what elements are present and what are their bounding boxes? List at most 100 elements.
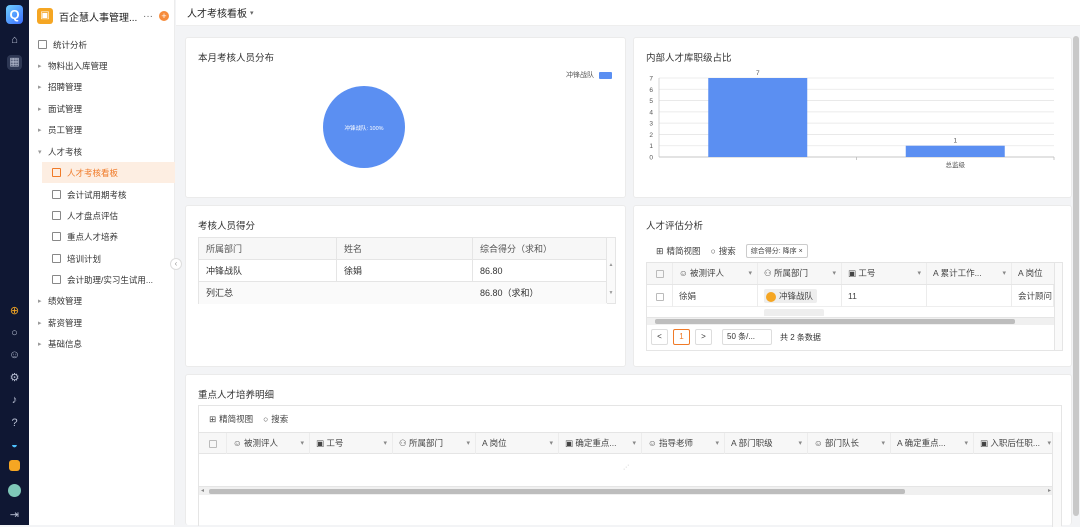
col-id[interactable]: ▣ 工号 ▾ — [842, 263, 927, 284]
sidebar-item[interactable]: ▸ 绩效管理 — [29, 290, 175, 311]
page-title[interactable]: 人才考核看板 — [187, 5, 247, 20]
add-icon[interactable]: ⊕ — [7, 304, 22, 319]
chevron-right-icon[interactable]: ▸ — [38, 340, 48, 348]
sidebar-item[interactable]: ▸ 员工管理 — [29, 119, 175, 140]
detail-column-header[interactable]: ▣ 入职后任职... ▾ — [974, 433, 1057, 454]
caret-icon[interactable]: ▾ — [917, 263, 921, 284]
bot-icon[interactable]: ◒ — [7, 438, 22, 453]
chevron-down-icon[interactable]: ▾ — [38, 148, 48, 156]
detail-column-header[interactable]: ☺ 部门队长 ▾ — [808, 433, 891, 454]
page-1-button[interactable]: 1 — [673, 329, 690, 345]
expand-icon[interactable]: ⇥ — [7, 508, 22, 523]
search-button[interactable]: ○ 搜索 — [263, 413, 288, 425]
detail-column-header[interactable]: A 确定重点... ▾ — [891, 433, 974, 454]
scroll-thumb[interactable] — [655, 319, 1015, 324]
apps-icon[interactable]: ▦ — [7, 55, 22, 70]
sidebar-item[interactable]: ▸ 物料出入库管理 — [29, 55, 175, 76]
caret-icon[interactable]: ▾ — [383, 433, 387, 454]
bell-icon[interactable]: ♪ — [7, 393, 22, 408]
caret-icon[interactable]: ▾ — [715, 433, 719, 454]
caret-icon[interactable]: ▾ — [798, 433, 802, 454]
pie-legend[interactable]: 冲锋战队 — [566, 70, 612, 80]
caret-icon[interactable]: ▾ — [832, 263, 836, 284]
horizontal-scrollbar[interactable]: ◂ ▸ — [199, 486, 1053, 495]
sidebar-item[interactable]: ▸ 基础信息 — [29, 333, 175, 354]
image-icon[interactable] — [9, 460, 20, 471]
chevron-right-icon[interactable]: ▸ — [38, 319, 48, 327]
sidebar-item[interactable]: 培训计划 — [29, 248, 175, 269]
table-row[interactable]: 徐娟 冲锋战队 11 会计顾问 — [647, 285, 1054, 307]
col-work-years[interactable]: A 累计工作... ▾ — [927, 263, 1012, 284]
score-scrollbar[interactable]: ▲ ▼ — [606, 238, 615, 303]
col-dept[interactable]: ⚇ 所属部门 ▾ — [758, 263, 842, 284]
caret-icon[interactable]: ▾ — [881, 433, 885, 454]
detail-column-header[interactable]: A 部门职级 ▾ — [725, 433, 808, 454]
detail-column-header[interactable]: ▣ 确定重点... ▾ — [559, 433, 642, 454]
search-icon[interactable]: ○ — [7, 326, 22, 341]
add-button[interactable]: + — [159, 11, 169, 21]
detail-column-header[interactable]: ▣ 工号 ▾ — [310, 433, 393, 454]
workspace-logo[interactable]: Q — [6, 5, 23, 24]
page-size-select[interactable]: 50 条/... — [722, 329, 772, 345]
row-checkbox[interactable] — [647, 285, 673, 307]
sidebar-item[interactable]: 人才考核看板 — [42, 162, 175, 183]
sidebar-item[interactable]: ▸ 招聘管理 — [29, 76, 175, 97]
sidebar-item[interactable]: ▸ 面试管理 — [29, 98, 175, 119]
sidebar-item[interactable]: 会计助理/实习生试用... — [29, 269, 175, 290]
sidebar-item[interactable]: 重点人才培养 — [29, 226, 175, 247]
vertical-scrollbar[interactable] — [1052, 432, 1061, 527]
detail-column-header[interactable]: A 岗位 ▾ — [476, 433, 559, 454]
help-icon[interactable]: ? — [7, 416, 22, 431]
caret-icon[interactable]: ▾ — [466, 433, 470, 454]
caret-icon[interactable]: ▾ — [1002, 263, 1006, 284]
scroll-thumb[interactable] — [209, 489, 905, 494]
select-all-checkbox[interactable] — [199, 433, 227, 454]
detail-column-header[interactable]: ⚇ 所属部门 ▾ — [393, 433, 476, 454]
bar[interactable] — [708, 78, 808, 157]
close-icon[interactable]: × — [799, 248, 803, 255]
contacts-icon[interactable]: ☺ — [7, 348, 22, 363]
caret-icon[interactable]: ▾ — [748, 263, 752, 284]
sort-filter-tag[interactable]: 综合得分: 降序 × — [745, 244, 808, 258]
table-row[interactable]: 冲锋战队 徐娟 86.80 — [199, 260, 607, 282]
vertical-scrollbar[interactable] — [1054, 263, 1062, 350]
detail-column-header[interactable]: ☺ 指导老师 ▾ — [642, 433, 725, 454]
chevron-right-icon[interactable]: ▸ — [38, 62, 48, 70]
caret-icon[interactable]: ▾ — [964, 433, 968, 454]
scroll-right-icon[interactable]: ▸ — [1048, 487, 1051, 494]
detail-column-header[interactable]: ☺ 被测评人 ▾ — [227, 433, 310, 454]
select-all-checkbox[interactable] — [647, 263, 673, 284]
more-icon[interactable]: ··· — [143, 11, 153, 22]
chevron-right-icon[interactable]: ▸ — [38, 297, 48, 305]
search-button[interactable]: ○ 搜索 — [711, 245, 736, 257]
sidebar-item[interactable]: 会计试用期考核 — [29, 184, 175, 205]
caret-icon[interactable]: ▾ — [549, 433, 553, 454]
x-tick-label: 总监级 — [946, 160, 966, 169]
sidebar-item[interactable]: ▸ 薪资管理 — [29, 312, 175, 333]
app-name[interactable]: 百企慧人事管理... — [59, 9, 137, 24]
caret-icon[interactable]: ▾ — [300, 433, 304, 454]
avatar[interactable] — [8, 484, 21, 497]
chevron-right-icon[interactable]: ▸ — [38, 105, 48, 113]
caret-icon[interactable]: ▾ — [632, 433, 636, 454]
col-evaluatee[interactable]: ☺ 被测评人 ▾ — [673, 263, 758, 284]
chevron-down-icon[interactable]: ▾ — [250, 9, 254, 17]
sidebar-item[interactable]: 统计分析 — [29, 34, 175, 55]
chevron-right-icon[interactable]: ▸ — [38, 126, 48, 134]
sidebar-item[interactable]: ▾ 人才考核 — [29, 141, 175, 162]
prev-page-button[interactable]: < — [651, 329, 668, 345]
home-icon[interactable]: ⌂ — [7, 33, 22, 48]
page-scrollbar[interactable] — [1072, 36, 1080, 525]
page-scroll-thumb[interactable] — [1073, 36, 1079, 516]
compact-view-button[interactable]: ⊞ 精简视图 — [209, 413, 253, 425]
dept-chip[interactable]: 冲锋战队 — [764, 289, 818, 303]
bar[interactable] — [905, 145, 1005, 157]
compact-view-button[interactable]: ⊞ 精简视图 — [656, 245, 701, 257]
horizontal-scrollbar[interactable] — [647, 317, 1054, 325]
settings-icon[interactable]: ⚙ — [7, 371, 22, 386]
next-page-button[interactable]: > — [695, 329, 712, 345]
chevron-right-icon[interactable]: ▸ — [38, 83, 48, 91]
sidebar-item[interactable]: 人才盘点评估 — [29, 205, 175, 226]
caret-icon[interactable]: ▾ — [1047, 433, 1051, 454]
scroll-left-icon[interactable]: ◂ — [201, 487, 204, 494]
